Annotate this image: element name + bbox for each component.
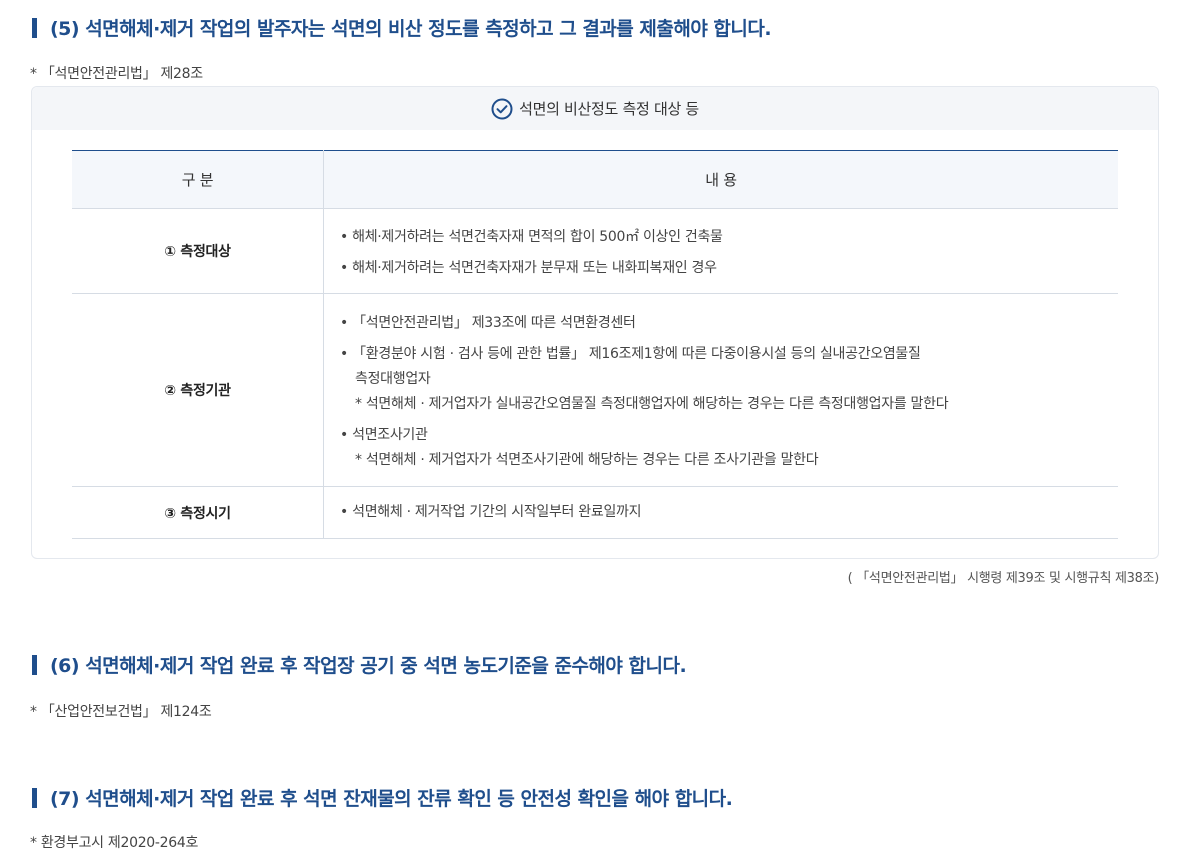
table-row: ② 측정기관 • 「석면안전관리법」 제33조에 따른 석면환경센터 • 「환경… [72, 293, 1118, 487]
check-circle-icon [491, 98, 513, 119]
column-header-content: 내 용 [323, 150, 1118, 209]
section-7-title: (7) 석면해체·제거 작업 완료 후 석면 잔재물의 잔류 확인 등 안전성 … [50, 788, 733, 810]
table-header-row: 구 분 내 용 [72, 150, 1118, 209]
source-citation: ( 「석면안전관리법」 시행령 제39조 및 시행규칙 제38조) [847, 571, 1160, 586]
content-line: 측정대행업자 [355, 371, 431, 387]
row-label: ② 측정기관 [72, 293, 324, 487]
content-line: • 해체·제거하려는 석면건축자재가 분무재 또는 내화피복재인 경우 [340, 260, 717, 276]
heading-bar [32, 787, 37, 808]
box-header: 석면의 비산정도 측정 대상 등 [32, 87, 1158, 130]
row-content: • 「석면안전관리법」 제33조에 따른 석면환경센터 • 「환경분야 시험 ·… [323, 293, 1118, 487]
section-5-heading: (5) 석면해체·제거 작업의 발주자는 석면의 비산 정도를 측정하고 그 결… [32, 14, 772, 41]
section-6-title: (6) 석면해체·제거 작업 완료 후 작업장 공기 중 석면 농도기준을 준수… [50, 655, 687, 677]
content-line: • 「석면안전관리법」 제33조에 따른 석면환경센터 [340, 315, 636, 331]
section-7-reference: * 환경부고시 제2020-264호 [30, 835, 199, 851]
measurement-table: 구 분 내 용 ① 측정대상 • 해체·제거하려는 석면건축자재 면적의 합이 … [72, 150, 1118, 539]
content-note: * 석면해체 · 제거업자가 실내공간오염물질 측정대행업자에 해당하는 경우는… [355, 396, 949, 412]
content-line: • 석면해체 · 제거작업 기간의 시작일부터 완료일까지 [340, 504, 642, 520]
row-content: • 석면해체 · 제거작업 기간의 시작일부터 완료일까지 [323, 486, 1118, 539]
section-6-heading: (6) 석면해체·제거 작업 완료 후 작업장 공기 중 석면 농도기준을 준수… [32, 651, 687, 678]
box-title: 석면의 비산정도 측정 대상 등 [519, 100, 699, 118]
content-line: • 해체·제거하려는 석면건축자재 면적의 합이 500㎡ 이상인 건축물 [340, 229, 723, 245]
heading-bar [32, 654, 37, 675]
table-row: ① 측정대상 • 해체·제거하려는 석면건축자재 면적의 합이 500㎡ 이상인… [72, 208, 1118, 294]
table-row: ③ 측정시기 • 석면해체 · 제거작업 기간의 시작일부터 완료일까지 [72, 486, 1118, 539]
section-5-reference: * 「석면안전관리법」 제28조 [30, 66, 203, 82]
heading-bar [32, 17, 37, 38]
row-label: ③ 측정시기 [72, 486, 324, 539]
section-6-reference: * 「산업안전보건법」 제124조 [30, 704, 212, 720]
measurement-info-box: 석면의 비산정도 측정 대상 등 구 분 내 용 ① 측정대상 • 해체·제거하… [31, 86, 1159, 559]
column-header-category: 구 분 [72, 150, 324, 209]
section-5-title: (5) 석면해체·제거 작업의 발주자는 석면의 비산 정도를 측정하고 그 결… [50, 18, 772, 40]
content-line: • 「환경분야 시험 · 검사 등에 관한 법률」 제16조제1항에 따른 다중… [340, 346, 921, 362]
content-note: * 석면해체 · 제거업자가 석면조사기관에 해당하는 경우는 다른 조사기관을… [355, 452, 819, 468]
row-label: ① 측정대상 [72, 208, 324, 294]
section-7-heading: (7) 석면해체·제거 작업 완료 후 석면 잔재물의 잔류 확인 등 안전성 … [32, 784, 733, 811]
content-line: • 석면조사기관 [340, 427, 428, 443]
row-content: • 해체·제거하려는 석면건축자재 면적의 합이 500㎡ 이상인 건축물 • … [323, 208, 1118, 294]
